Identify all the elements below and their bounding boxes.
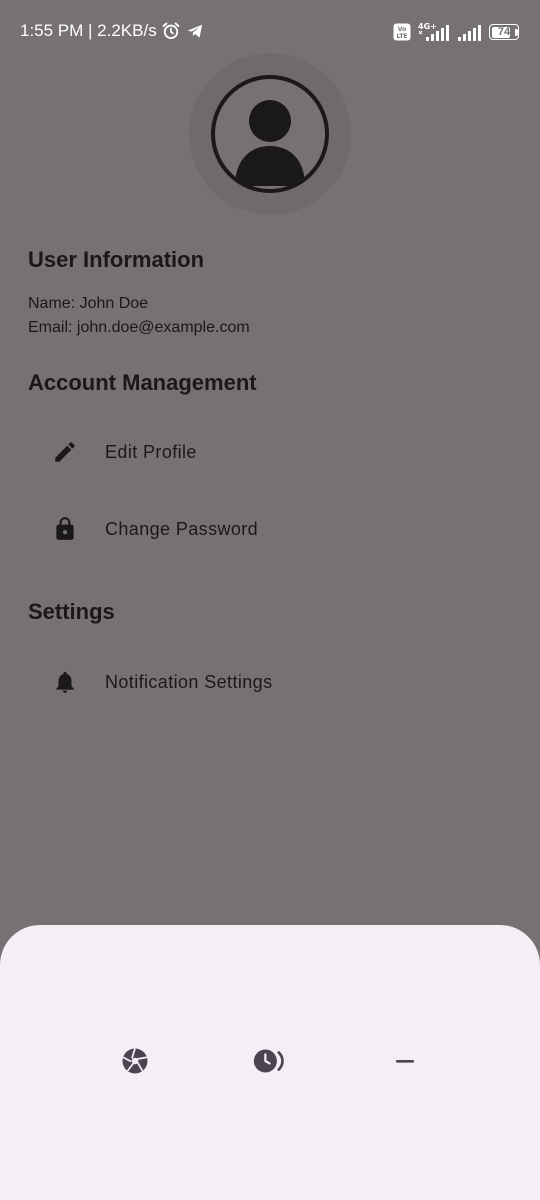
change-password-label: Change Password [105, 519, 259, 539]
bell-icon [52, 669, 78, 695]
screen: 1:55 PM | 2.2KB/s Vo LTE 4G+ 74 User Inf… [0, 0, 540, 1200]
status-left: 1:55 PM | 2.2KB/s [20, 21, 205, 41]
account-management-heading: Account Management [28, 370, 257, 395]
shutter-icon [120, 1046, 150, 1081]
change-password-item[interactable]: Change Password [0, 492, 540, 564]
battery-level: 74 [497, 25, 511, 38]
edit-profile-item[interactable]: Edit Profile [0, 415, 540, 487]
signal-icon [457, 22, 483, 42]
user-name-text: Name: John Doe [28, 295, 149, 312]
signal-4g-icon: 4G+ [417, 22, 451, 42]
user-email-text: Email: john.doe@example.com [28, 319, 250, 336]
user-information-heading: User Information [28, 247, 205, 272]
alarm-icon [161, 21, 181, 41]
notification-settings-label: Notification Settings [105, 672, 273, 692]
minimize-button[interactable] [387, 1045, 423, 1081]
notification-settings-item[interactable]: Notification Settings [0, 645, 540, 717]
pencil-icon [52, 439, 78, 465]
status-right: Vo LTE 4G+ 74 [393, 22, 519, 42]
volte-icon: Vo LTE [393, 23, 411, 41]
settings-heading: Settings [28, 599, 115, 624]
edit-profile-label: Edit Profile [105, 442, 197, 462]
telegram-icon [185, 21, 205, 41]
network-type-label: 4G+ [418, 22, 437, 31]
avatar[interactable] [210, 74, 330, 194]
status-time-speed: 1:55 PM | 2.2KB/s [20, 21, 157, 40]
battery-icon: 74 [489, 24, 519, 40]
shutter-button[interactable] [117, 1045, 153, 1081]
account-circle-icon [211, 75, 329, 193]
svg-text:Vo: Vo [398, 26, 406, 33]
battery-body: 74 [489, 24, 519, 40]
minimize-icon [393, 1049, 417, 1078]
timer-button[interactable] [251, 1045, 287, 1081]
lock-icon [52, 516, 78, 542]
bottom-sheet [0, 925, 540, 1200]
svg-text:LTE: LTE [396, 33, 407, 40]
timer-icon [252, 1046, 286, 1081]
